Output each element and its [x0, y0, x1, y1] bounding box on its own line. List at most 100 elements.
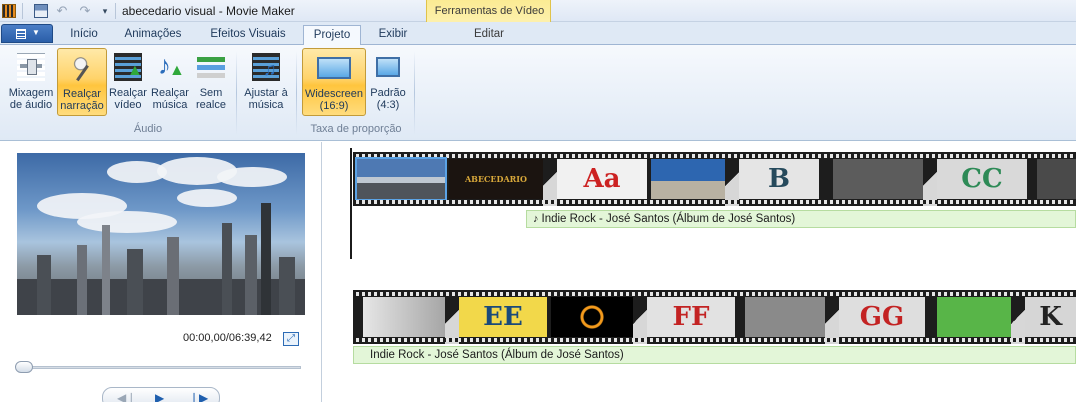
- no-emphasis-icon: [197, 57, 225, 85]
- video-clip[interactable]: FF: [647, 297, 735, 337]
- building: [37, 255, 51, 315]
- button-label: vídeo: [114, 99, 142, 111]
- tab-animacoes[interactable]: Animações: [118, 25, 188, 45]
- emphasize-music-button[interactable]: Realçarmúsica: [149, 48, 191, 116]
- divider: [115, 3, 116, 19]
- video-clip[interactable]: Aa: [557, 159, 647, 199]
- clip-label: [551, 297, 633, 337]
- tab-editar[interactable]: Editar: [455, 25, 523, 45]
- transition-marker[interactable]: [543, 152, 557, 206]
- filmstrip-row-2: EE FF GG K: [353, 290, 1076, 344]
- transition-marker[interactable]: [1011, 290, 1025, 344]
- video-clip[interactable]: [833, 159, 923, 199]
- clip-label: GG: [859, 302, 905, 332]
- emphasize-video-button[interactable]: Realçarvídeo: [107, 48, 149, 116]
- standard-button[interactable]: Padrão (4:3): [367, 48, 409, 116]
- music-note-icon: ♪: [533, 213, 539, 225]
- clip-label: [937, 297, 1011, 337]
- video-clip[interactable]: [1037, 159, 1076, 199]
- building: [102, 225, 110, 315]
- clip-label: [1037, 159, 1076, 199]
- transition-marker[interactable]: [825, 290, 839, 344]
- button-label: música: [152, 99, 188, 111]
- tab-projeto[interactable]: Projeto: [303, 25, 361, 46]
- save-icon[interactable]: [34, 4, 48, 18]
- video-clip[interactable]: B: [739, 159, 819, 199]
- music-track-row-2[interactable]: Indie Rock - José Santos (Álbum de José …: [353, 346, 1076, 364]
- clip-label: K: [1039, 302, 1062, 332]
- transition-marker[interactable]: [725, 152, 739, 206]
- video-clip[interactable]: [937, 297, 1011, 337]
- tab-inicio[interactable]: Início: [60, 25, 108, 45]
- audio-group-label: Áudio: [133, 123, 163, 135]
- video-clip[interactable]: EE: [459, 297, 547, 337]
- timecode: 00:00,00/06:39,42: [183, 332, 272, 344]
- video-clip[interactable]: ABECEDARIO VISUAL: [449, 159, 543, 199]
- video-clip[interactable]: K: [1025, 297, 1076, 337]
- building: [77, 245, 87, 315]
- previous-frame-icon[interactable]: ◀❘: [117, 391, 136, 402]
- button-label: realce: [196, 99, 226, 111]
- clip-label: EE: [483, 302, 523, 332]
- button-label: (4:3): [376, 99, 400, 111]
- no-emphasis-button[interactable]: Sem realce: [191, 48, 231, 116]
- audio-mixer-icon: [17, 53, 45, 81]
- standard-icon: [376, 57, 400, 77]
- clip-label: [357, 159, 445, 199]
- storyboard: ABECEDARIO VISUAL Aa B CC ♪Indie Rock - …: [323, 142, 1076, 402]
- movie-maker-app-icon[interactable]: [2, 4, 16, 18]
- clip-label: FF: [672, 302, 710, 332]
- fullscreen-icon[interactable]: ⤢: [283, 332, 299, 346]
- tab-exibir[interactable]: Exibir: [368, 25, 418, 45]
- file-menu-button[interactable]: ▼: [1, 24, 53, 43]
- play-icon[interactable]: ▶: [155, 391, 164, 402]
- undo-icon[interactable]: ↶: [55, 4, 69, 18]
- playback-controls: ◀❘ ▶ ❘▶: [102, 387, 220, 402]
- fit-to-music-icon: [252, 53, 280, 81]
- building: [167, 237, 179, 315]
- building: [222, 223, 232, 315]
- video-clip[interactable]: [651, 159, 725, 199]
- video-preview[interactable]: [17, 153, 305, 315]
- preview-pane: 00:00,00/06:39,42 ⤢ ◀❘ ▶ ❘▶: [0, 142, 322, 402]
- cloud: [77, 211, 177, 233]
- widescreen-button[interactable]: Widescreen (16:9): [302, 48, 366, 116]
- button-label: Widescreen: [304, 88, 364, 100]
- button-label: música: [248, 99, 284, 111]
- group-divider: [414, 51, 415, 135]
- transition-marker[interactable]: [923, 152, 937, 206]
- clip-label: B: [768, 164, 790, 194]
- emphasize-narration-button[interactable]: Realçar narração: [57, 48, 107, 116]
- playhead[interactable]: [350, 148, 352, 259]
- video-clip[interactable]: GG: [839, 297, 925, 337]
- context-tools-title: Ferramentas de Vídeo: [434, 5, 545, 17]
- button-label: Realçar: [151, 87, 189, 99]
- aspect-ratio-group-label: Taxa de proporção: [310, 123, 402, 135]
- fit-to-music-button[interactable]: Ajustar àmúsica: [240, 48, 292, 116]
- video-clip[interactable]: [355, 157, 447, 201]
- video-clip[interactable]: [363, 297, 445, 337]
- tab-efeitos-visuais[interactable]: Efeitos Visuais: [200, 25, 296, 45]
- video-clip[interactable]: [745, 297, 825, 337]
- redo-icon[interactable]: ↷: [78, 4, 92, 18]
- ribbon: Mixagemde áudio Realçarnarração Realçarv…: [0, 45, 1076, 141]
- group-divider: [296, 51, 297, 135]
- seek-thumb[interactable]: [15, 361, 33, 373]
- customize-quick-access-icon[interactable]: ▾: [98, 4, 112, 18]
- button-label: narração: [60, 100, 104, 112]
- button-label: Mixagem: [8, 87, 54, 99]
- clip-label: [651, 159, 725, 199]
- window-title: abecedario visual - Movie Maker: [122, 4, 295, 18]
- building: [261, 203, 271, 315]
- seek-bar[interactable]: [17, 366, 301, 369]
- next-frame-icon[interactable]: ❘▶: [189, 391, 208, 402]
- transition-marker[interactable]: [633, 290, 647, 344]
- audio-mix-button[interactable]: Mixagem de áudio: [5, 48, 57, 116]
- video-clip[interactable]: [551, 297, 633, 337]
- cloud: [177, 189, 237, 207]
- music-track-row-1[interactable]: ♪ Indie Rock - José Santos (Álbum de José…: [526, 210, 1076, 228]
- transition-marker[interactable]: [445, 290, 459, 344]
- button-label: Realçar: [109, 87, 147, 99]
- button-label: Realçar: [63, 88, 101, 100]
- video-clip[interactable]: CC: [937, 159, 1027, 199]
